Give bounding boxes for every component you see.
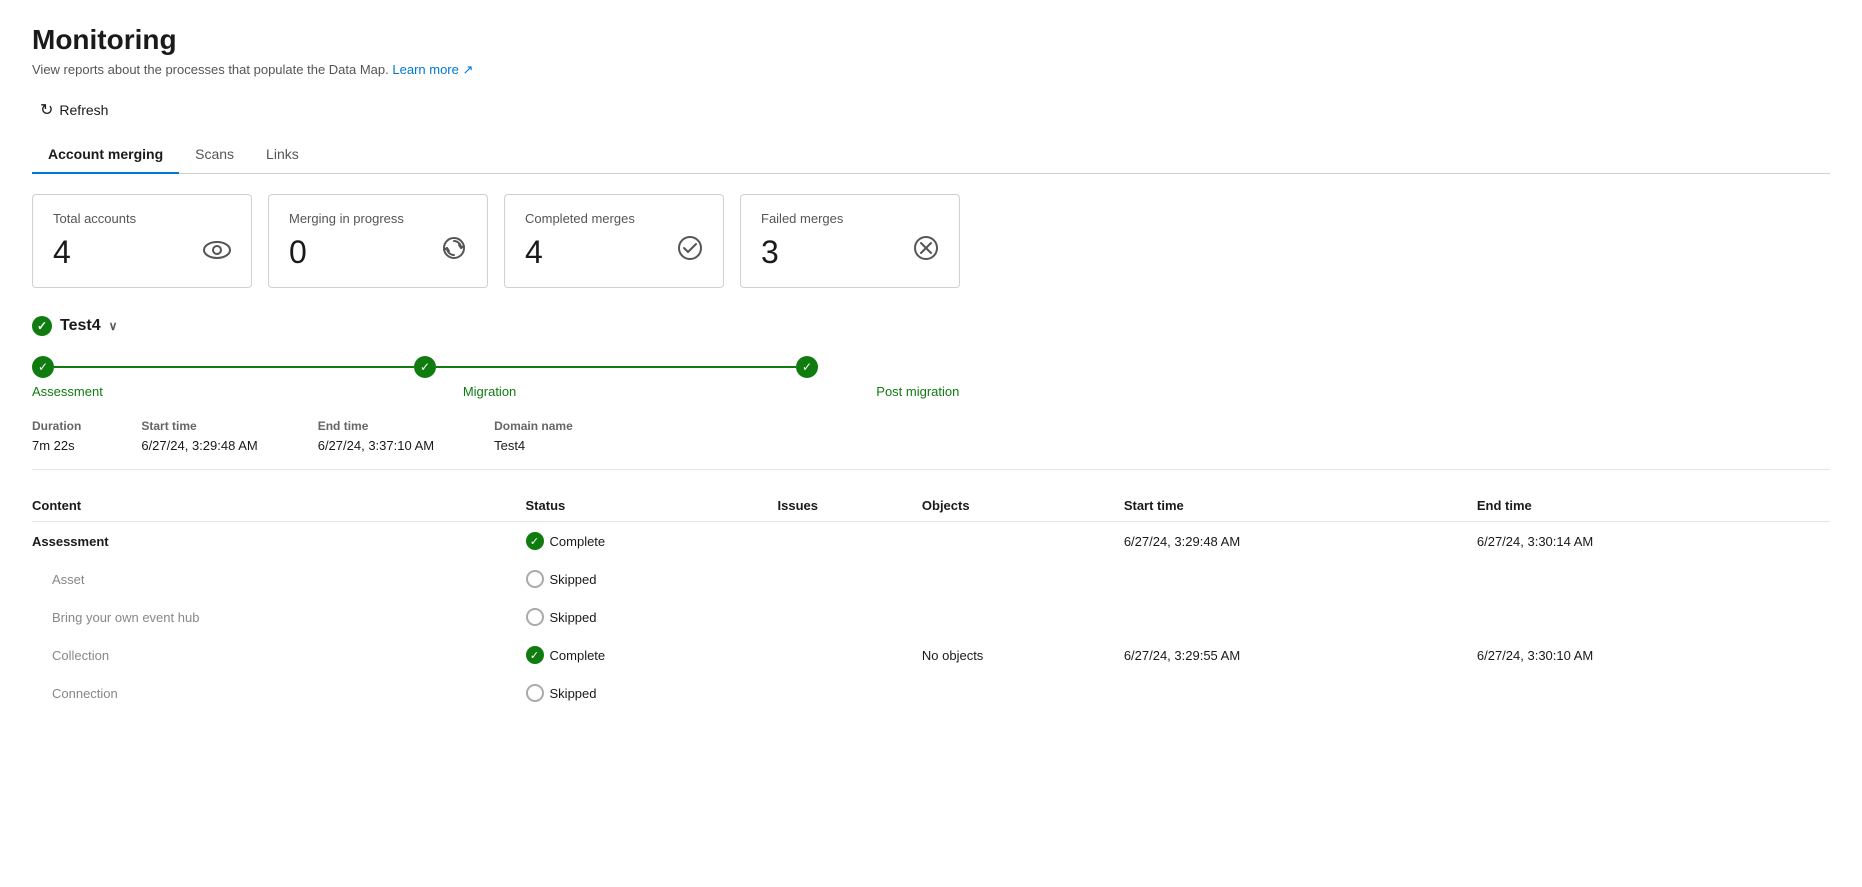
cell-status: ✓Complete	[526, 522, 778, 561]
step-labels: Assessment Migration Post migration	[32, 384, 1830, 399]
cell-start-time	[1124, 598, 1477, 636]
cell-end-time	[1477, 598, 1830, 636]
tab-scans[interactable]: Scans	[179, 136, 250, 174]
check-circle-icon	[677, 235, 703, 267]
step-label-assessment[interactable]: Assessment	[32, 384, 103, 399]
tabs-bar: Account merging Scans Links	[32, 136, 1830, 174]
skipped-icon	[526, 570, 544, 588]
complete-icon: ✓	[526, 532, 544, 550]
table-row: Assessment✓Complete 6/27/24, 3:29:48 AM6/…	[32, 522, 1830, 561]
stat-label-completed: Completed merges	[525, 211, 635, 226]
cell-objects	[922, 560, 1124, 598]
page-subtitle: View reports about the processes that po…	[32, 62, 1830, 78]
step-node-post-migration: ✓	[796, 356, 818, 378]
cell-end-time: 6/27/24, 3:30:14 AM	[1477, 522, 1830, 561]
stat-card-total-accounts: Total accounts 4	[32, 194, 252, 288]
step-node-migration: ✓	[414, 356, 436, 378]
stat-label-total-accounts: Total accounts	[53, 211, 136, 226]
cell-status: Skipped	[526, 674, 778, 712]
cell-start-time	[1124, 674, 1477, 712]
cell-start-time	[1124, 560, 1477, 598]
cell-content: Collection	[32, 636, 526, 674]
content-table: Content Status Issues Objects Start time…	[32, 490, 1830, 712]
account-section-header: ✓ Test4 ∨	[32, 316, 1830, 336]
col-header-status: Status	[526, 490, 778, 522]
account-expand-icon[interactable]: ∨	[109, 319, 118, 333]
table-head: Content Status Issues Objects Start time…	[32, 490, 1830, 522]
col-header-end-time: End time	[1477, 490, 1830, 522]
cell-issues	[778, 522, 922, 561]
cell-issues	[778, 598, 922, 636]
meta-row: Duration 7m 22s Start time 6/27/24, 3:29…	[32, 419, 1830, 470]
page-container: Monitoring View reports about the proces…	[0, 0, 1862, 887]
step-node-assessment: ✓	[32, 356, 54, 378]
col-header-objects: Objects	[922, 490, 1124, 522]
cell-objects: No objects	[922, 636, 1124, 674]
cell-issues	[778, 674, 922, 712]
x-circle-icon	[913, 235, 939, 267]
cell-content: Connection	[32, 674, 526, 712]
col-header-start-time: Start time	[1124, 490, 1477, 522]
skipped-icon	[526, 684, 544, 702]
table-row: ConnectionSkipped	[32, 674, 1830, 712]
tab-links[interactable]: Links	[250, 136, 315, 174]
step-line-1	[54, 366, 414, 368]
toolbar: ↻ Refresh	[32, 96, 1830, 132]
cell-status: ✓Complete	[526, 636, 778, 674]
cell-end-time	[1477, 674, 1830, 712]
col-header-content: Content	[32, 490, 526, 522]
stat-value-total-accounts: 4	[53, 234, 136, 271]
refresh-button[interactable]: ↻ Refresh	[32, 96, 116, 124]
stat-value-merging: 0	[289, 234, 404, 271]
cell-objects	[922, 522, 1124, 561]
meta-duration: Duration 7m 22s	[32, 419, 81, 453]
cell-issues	[778, 636, 922, 674]
skipped-icon	[526, 608, 544, 626]
cell-objects	[922, 598, 1124, 636]
step-label-post-migration[interactable]: Post migration	[876, 384, 959, 399]
progress-steps: ✓ ✓ ✓	[32, 356, 1830, 378]
cell-content: Bring your own event hub	[32, 598, 526, 636]
meta-domain-name: Domain name Test4	[494, 419, 573, 453]
cell-start-time: 6/27/24, 3:29:48 AM	[1124, 522, 1477, 561]
stat-value-failed: 3	[761, 234, 843, 271]
cell-status: Skipped	[526, 598, 778, 636]
cell-content: Asset	[32, 560, 526, 598]
learn-more-link[interactable]: Learn more ↗	[392, 62, 473, 77]
account-name: Test4	[60, 317, 101, 335]
stats-row: Total accounts 4 Merging in progress 0	[32, 194, 1830, 288]
stat-card-failed-merges: Failed merges 3	[740, 194, 960, 288]
tab-account-merging[interactable]: Account merging	[32, 136, 179, 174]
cell-objects	[922, 674, 1124, 712]
cell-start-time: 6/27/24, 3:29:55 AM	[1124, 636, 1477, 674]
table-body: Assessment✓Complete6/27/24, 3:29:48 AM6/…	[32, 522, 1830, 713]
meta-end-time: End time 6/27/24, 3:37:10 AM	[318, 419, 434, 453]
col-header-issues: Issues	[778, 490, 922, 522]
stat-card-merging-in-progress: Merging in progress 0	[268, 194, 488, 288]
step-label-migration[interactable]: Migration	[463, 384, 516, 399]
cell-content: Assessment	[32, 522, 526, 561]
domain-name-link[interactable]: Test4	[494, 437, 525, 453]
step-line-2	[436, 366, 796, 368]
stat-label-failed: Failed merges	[761, 211, 843, 226]
meta-start-time: Start time 6/27/24, 3:29:48 AM	[141, 419, 257, 453]
cell-end-time: 6/27/24, 3:30:10 AM	[1477, 636, 1830, 674]
cell-issues	[778, 560, 922, 598]
eye-icon	[203, 239, 231, 267]
table-row: AssetSkipped	[32, 560, 1830, 598]
refresh-icon: ↻	[40, 100, 53, 120]
stat-label-merging: Merging in progress	[289, 211, 404, 226]
stat-card-completed-merges: Completed merges 4	[504, 194, 724, 288]
page-title: Monitoring	[32, 24, 1830, 56]
cell-end-time	[1477, 560, 1830, 598]
complete-icon: ✓	[526, 646, 544, 664]
stat-value-completed: 4	[525, 234, 635, 271]
table-row: Collection✓CompleteNo objects6/27/24, 3:…	[32, 636, 1830, 674]
table-row: Bring your own event hubSkipped	[32, 598, 1830, 636]
sync-icon	[441, 235, 467, 267]
cell-status: Skipped	[526, 560, 778, 598]
table-header-row: Content Status Issues Objects Start time…	[32, 490, 1830, 522]
account-status-check: ✓	[32, 316, 52, 336]
